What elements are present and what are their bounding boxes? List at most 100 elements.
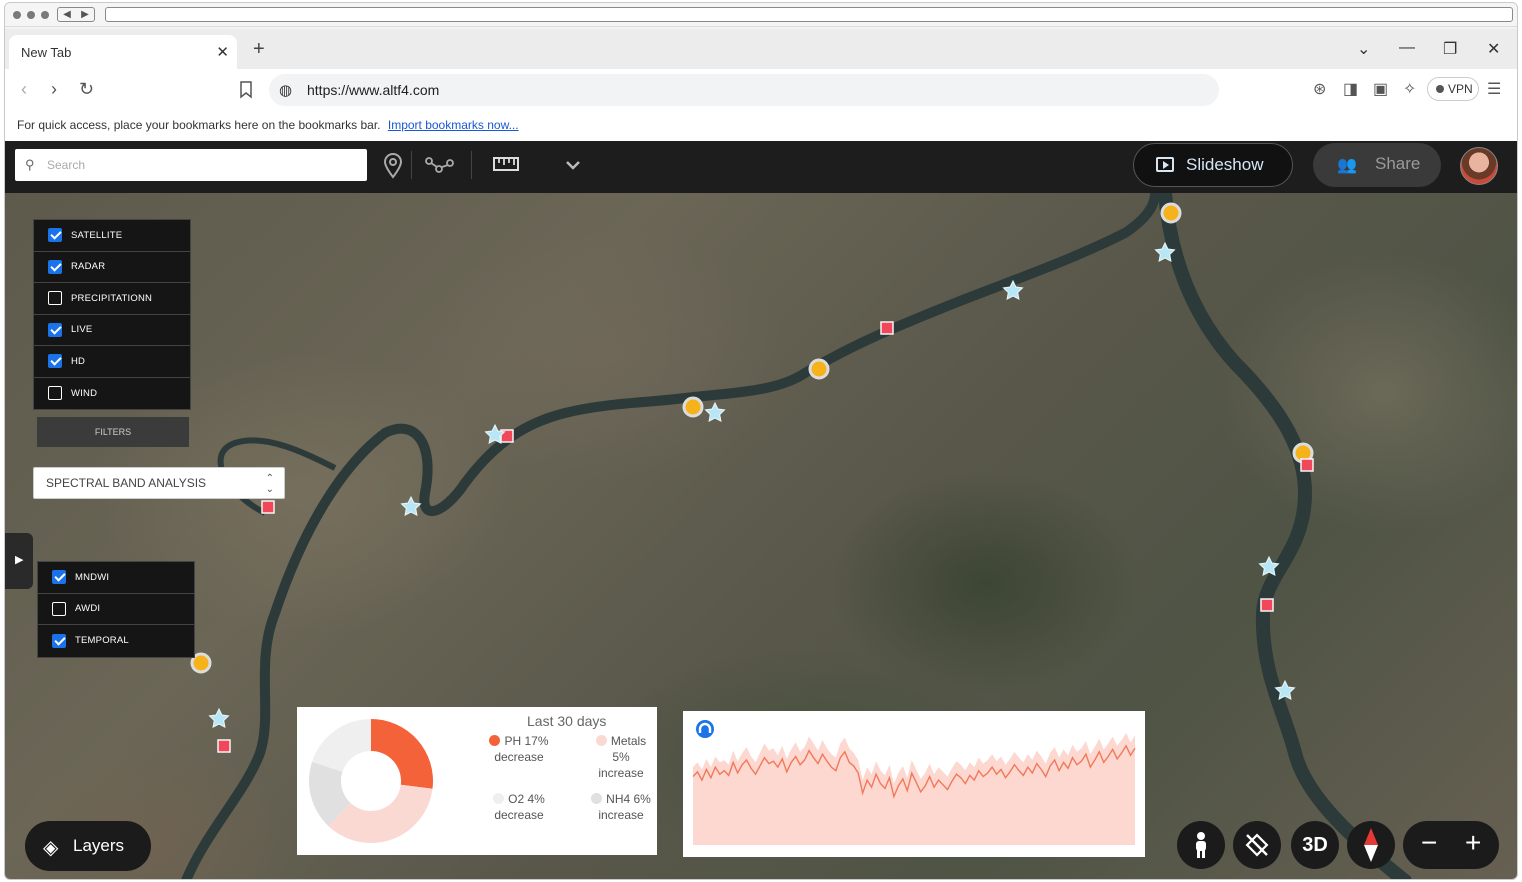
extension-icon[interactable]: ⊛ <box>1313 79 1326 99</box>
search-input[interactable] <box>47 155 357 175</box>
share-button[interactable]: 👥 Share <box>1313 143 1441 187</box>
ai-sparkle-icon[interactable]: ✧ <box>1403 79 1416 99</box>
checkbox[interactable] <box>48 228 62 243</box>
rotate-lock-button[interactable] <box>1233 821 1281 869</box>
marker-red[interactable] <box>261 500 275 514</box>
layer-toggle-wind[interactable]: WIND <box>34 378 190 410</box>
new-tab-button[interactable]: + <box>253 38 265 61</box>
water-quality-donut-card: Last 30 days PH 17% decrease Metals 5% inc… <box>297 707 657 855</box>
select-caret-icon: ⌃ ⌄ <box>265 473 274 495</box>
checkbox-label: TEMPORAL <box>75 635 129 647</box>
window-maximize-dot[interactable] <box>41 11 49 19</box>
donut-slice-1[interactable] <box>328 784 433 843</box>
checkbox[interactable] <box>48 291 62 306</box>
tab-search-chevron-icon[interactable]: ⌄ <box>1357 39 1370 59</box>
donut-slice-3[interactable] <box>312 719 371 772</box>
legend-nh4: NH4 6% increase <box>587 791 655 823</box>
marker-star[interactable] <box>704 401 726 423</box>
layer-toggle-hd[interactable]: HD <box>34 346 190 378</box>
layers-button[interactable]: ◈ Layers <box>25 821 151 871</box>
donut-slice-0[interactable] <box>371 719 433 789</box>
spectral-band-select[interactable]: SPECTRAL BAND ANALYSIS ⌃ ⌄ <box>33 467 285 499</box>
donut-title: Last 30 days <box>527 713 607 729</box>
search-icon: ⚲ <box>25 157 35 172</box>
sidebar-icon[interactable]: ◨ <box>1343 79 1358 99</box>
layers-icon: ◈ <box>43 837 59 859</box>
tab-new-tab[interactable]: New Tab ✕ <box>9 35 237 69</box>
share-people-icon: 👥 <box>1337 157 1357 174</box>
vpn-button[interactable]: VPN <box>1427 77 1479 101</box>
marker-star[interactable] <box>400 495 422 517</box>
street-view-button[interactable] <box>1177 821 1225 869</box>
bookmark-icon[interactable] <box>239 81 253 99</box>
app-topbar: ⚲ Slideshow 👥 Share <box>5 141 1517 193</box>
os-forward-icon[interactable]: ▶ <box>81 9 89 20</box>
checkbox[interactable] <box>52 601 66 616</box>
wallet-icon[interactable]: ▣ <box>1373 79 1388 99</box>
reload-icon[interactable]: ↻ <box>79 79 94 100</box>
pegman-icon <box>1196 832 1206 858</box>
marker-red[interactable] <box>1300 458 1314 472</box>
os-back-icon[interactable]: ◀ <box>63 9 71 20</box>
map-search[interactable]: ⚲ <box>15 149 367 181</box>
checkbox[interactable] <box>52 633 66 648</box>
os-nav-arrows[interactable]: ◀ ▶ <box>57 7 95 22</box>
marker-yellow[interactable] <box>1160 202 1182 224</box>
back-icon[interactable]: ‹ <box>21 79 27 100</box>
band-toggle-temporal[interactable]: TEMPORAL <box>38 625 194 657</box>
window-close-dot[interactable] <box>13 11 21 19</box>
marker-yellow[interactable] <box>808 358 830 380</box>
minimize-icon[interactable]: — <box>1399 39 1415 57</box>
ruler-icon[interactable] <box>493 156 519 172</box>
address-bar[interactable]: ◍ https://www.altf4.com <box>269 74 1219 106</box>
checkbox[interactable] <box>52 570 66 585</box>
menu-icon[interactable]: ☰ <box>1487 79 1501 99</box>
browser-toolbar: ‹ › ↻ ◍ https://www.altf4.com ⊛ ◨ ▣ ✧ VP… <box>5 69 1517 111</box>
checkbox[interactable] <box>48 386 62 401</box>
slideshow-button[interactable]: Slideshow <box>1133 143 1293 187</box>
marker-yellow[interactable] <box>682 396 704 418</box>
os-address-field[interactable] <box>105 7 1513 22</box>
side-panel-toggle[interactable]: ▶ <box>5 533 33 589</box>
checkbox[interactable] <box>48 354 62 369</box>
tab-strip: New Tab ✕ + ⌄ — ❐ ✕ <box>5 29 1517 69</box>
forward-icon[interactable]: › <box>51 79 57 100</box>
chevron-down-icon[interactable] <box>565 159 581 171</box>
checkbox[interactable] <box>48 259 62 274</box>
area-fill <box>693 732 1135 845</box>
window-minimize-dot[interactable] <box>27 11 35 19</box>
close-window-icon[interactable]: ✕ <box>1487 39 1500 59</box>
layer-toggle-radar[interactable]: RADAR <box>34 252 190 283</box>
layer-toggle-precipitationn[interactable]: PRECIPITATIONN <box>34 283 190 315</box>
band-toggle-mndwi[interactable]: MNDWI <box>38 562 194 594</box>
three-d-button[interactable]: 3D <box>1291 821 1339 869</box>
zoom-out-button[interactable]: − <box>1421 829 1437 857</box>
marker-red[interactable] <box>880 321 894 335</box>
url-text[interactable]: https://www.altf4.com <box>307 82 439 98</box>
band-toggle-awdi[interactable]: AWDI <box>38 594 194 625</box>
avatar[interactable] <box>1460 147 1498 185</box>
layer-toggle-live[interactable]: LIVE <box>34 315 190 346</box>
path-icon[interactable] <box>425 155 455 175</box>
compass-button[interactable] <box>1347 821 1395 869</box>
legend-dot-metals <box>595 735 607 746</box>
legend-dot-nh4 <box>591 793 603 804</box>
import-bookmarks-link[interactable]: Import bookmarks now... <box>388 118 519 132</box>
marker-star[interactable] <box>208 707 230 729</box>
layer-toggle-satellite[interactable]: SATELLITE <box>34 220 190 252</box>
legend-dot-o2 <box>493 793 505 804</box>
band-toggle-panel: MNDWI AWDI TEMPORAL <box>37 561 195 658</box>
filters-button[interactable]: FILTERS <box>37 417 189 447</box>
pin-icon[interactable] <box>383 153 403 179</box>
marker-red[interactable] <box>1260 598 1274 612</box>
tab-close-icon[interactable]: ✕ <box>216 43 229 61</box>
site-info-icon[interactable]: ◍ <box>279 81 292 99</box>
rotation-off-icon <box>1245 833 1269 857</box>
checkbox-label: MNDWI <box>75 571 110 583</box>
restore-icon[interactable]: ❐ <box>1443 39 1457 59</box>
checkbox[interactable] <box>48 322 62 337</box>
river-east <box>1158 193 1412 879</box>
area-chart <box>692 732 1136 845</box>
marker-red[interactable] <box>217 739 231 753</box>
zoom-in-button[interactable]: + <box>1465 829 1481 857</box>
